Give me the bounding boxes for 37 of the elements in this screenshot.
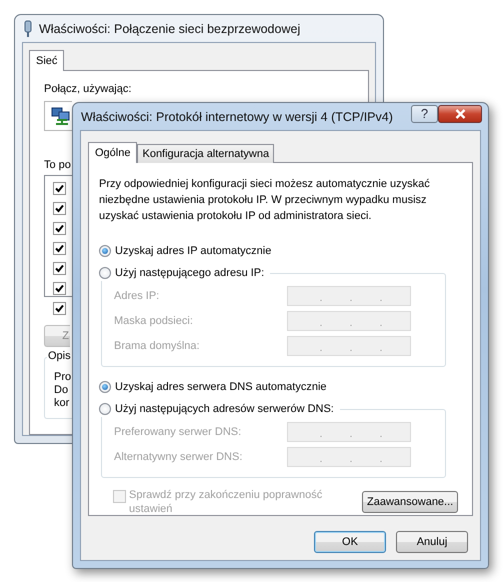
description-text: Pro (54, 371, 72, 384)
window-title: Właściwości: Protokół internetowy w wersji 4 (TCP/IPv4) (81, 110, 393, 124)
checkbox[interactable] (53, 202, 66, 215)
help-button[interactable]: ? (411, 104, 438, 122)
network-adapter-icon (23, 20, 33, 38)
window-title: Właściwości: Połączenie sieci bezprzewodowej (39, 22, 300, 36)
radio-label: Użyj następujących adresów serwerów DNS: (115, 403, 334, 415)
intro-text: Przy odpowiedniej konfiguracji sieci możesz automatycznie uzyskać niezbędne ustawienia protokołu IP. W przeciwnym wypadku musisz uzyskać ustawienia protokołu IP od administratora sieci. (99, 177, 431, 224)
checkbox-label: Sprawdź przy zakończeniu poprawność ustawień (129, 488, 324, 516)
checkbox[interactable] (53, 282, 66, 295)
group-title: Opis (47, 350, 72, 363)
radio-label: Uzyskaj adres IP automatycznie (115, 245, 272, 257)
field-label: Brama domyślna: (114, 340, 201, 352)
close-button[interactable] (438, 104, 482, 122)
tab[interactable]: Konfiguracja alternatywna (137, 144, 274, 163)
components-label: To po (44, 159, 72, 171)
checkbox[interactable] (53, 242, 66, 255)
checkbox[interactable] (53, 222, 66, 235)
description-text: kor (54, 397, 70, 410)
field-label: Preferowany serwer DNS: (114, 426, 242, 438)
checkbox[interactable] (53, 182, 66, 195)
network-icon (51, 106, 71, 126)
checkbox[interactable] (53, 302, 66, 315)
checkbox[interactable] (53, 262, 66, 275)
radio-label: Uzyskaj adres serwera DNS automatycznie (115, 381, 327, 393)
field-label: Maska podsieci: (114, 315, 194, 327)
cancel-button[interactable]: Anuluj (396, 531, 468, 553)
description-text: Do (54, 384, 68, 397)
connect-label: Połącz, używając: (44, 83, 132, 95)
ok-button[interactable]: OK (314, 531, 386, 553)
tab[interactable]: Ogólne (88, 142, 138, 163)
tab[interactable]: Sieć (29, 50, 64, 71)
advanced-button[interactable]: Zaawansowane... (362, 491, 458, 513)
close-icon (454, 108, 466, 118)
field-label: Alternatywny serwer DNS: (114, 451, 244, 463)
radio-label: Użyj następującego adresu IP: (115, 267, 264, 279)
field-label: Adres IP: (114, 290, 160, 302)
